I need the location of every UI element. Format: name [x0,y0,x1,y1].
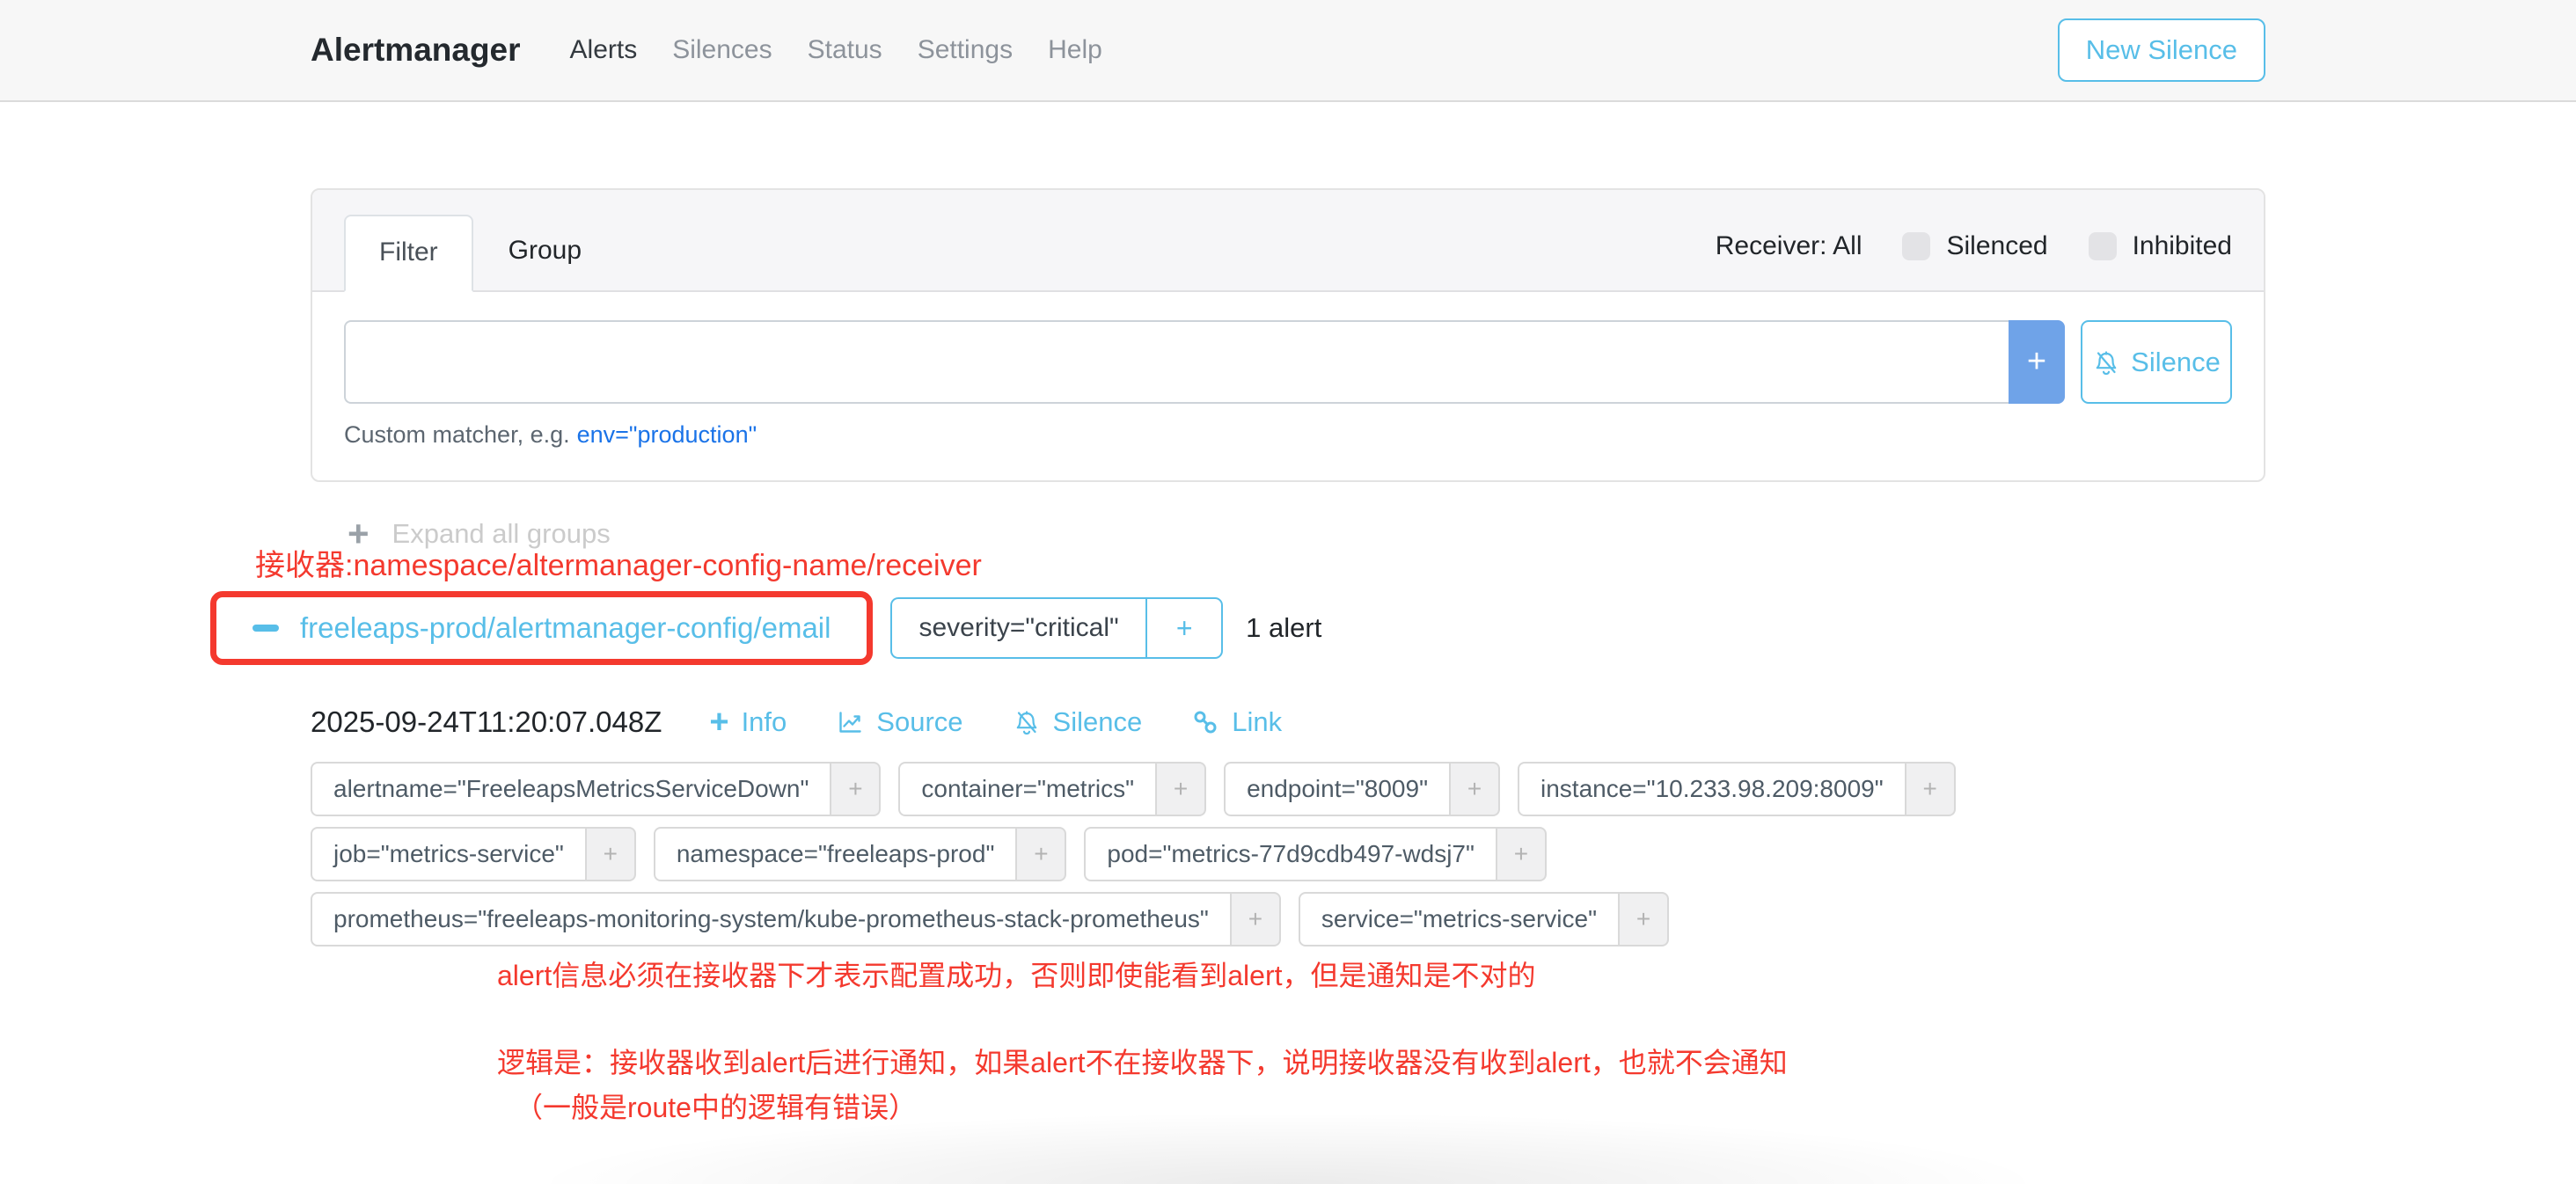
annotation-alert-note: alert信息必须在接收器下才表示配置成功，否则即使能看到alert，但是通知是… [497,957,2265,995]
label-chip: alertname="FreeleapsMetricsServiceDown" … [311,762,881,816]
add-matcher-button[interactable]: + [2009,320,2065,404]
filter-card: Filter Group Receiver: All Silenced Inhi… [311,188,2265,482]
label-chip: prometheus="freeleaps-monitoring-system/… [311,892,1281,946]
annotation-logic-note-line1: 逻辑是：接收器收到alert后进行通知，如果alert不在接收器下，说明接收器没… [497,1044,2265,1082]
annotation-highlight-box: freeleaps-prod/alertmanager-config/email [210,591,873,665]
expand-all-groups-label: Expand all groups [392,518,611,550]
alert-action-source-label: Source [876,706,962,738]
minus-icon [252,625,279,632]
label-chip-text[interactable]: prometheus="freeleaps-monitoring-system/… [311,892,1232,946]
annotation-receiver-note: 接收器:namespace/altermanager-config-name/r… [255,546,982,587]
plus-icon: + [709,705,728,739]
label-add-button[interactable]: + [1906,762,1956,816]
label-chip-text[interactable]: alertname="FreeleapsMetricsServiceDown" [311,762,831,816]
filter-card-body: + Silence Custom matcher, e.g. env="produ… [312,292,2264,480]
alert-header: 2025-09-24T11:20:07.048Z + Info Source S… [311,705,2265,739]
annotation-logic-note-line2: （一般是route中的逻辑有错误） [515,1089,2265,1127]
matcher-example-link[interactable]: env="production" [577,421,757,448]
label-chip-text[interactable]: job="metrics-service" [311,827,587,881]
receiver-group-name: freeleaps-prod/alertmanager-config/email [300,611,831,645]
label-chip: endpoint="8009" + [1224,762,1500,816]
label-chip: instance="10.233.98.209:8009" + [1518,762,1956,816]
bell-slash-icon [1013,708,1041,736]
receiver-group-row: freeleaps-prod/alertmanager-config/email… [311,591,2265,665]
filter-card-header: Filter Group Receiver: All Silenced Inhi… [312,190,2264,292]
silence-filter-label: Silence [2131,347,2221,378]
app-brand[interactable]: Alertmanager [311,32,521,69]
label-chip: job="metrics-service" + [311,827,636,881]
nav-item-silences[interactable]: Silences [672,35,772,65]
label-add-button[interactable]: + [1620,892,1669,946]
label-chip-text[interactable]: instance="10.233.98.209:8009" [1518,762,1906,816]
filter-tabs: Filter Group [344,213,617,290]
navbar: Alertmanager Alerts Silences Status Sett… [0,0,2576,102]
alert-labels: alertname="FreeleapsMetricsServiceDown" … [311,762,1982,946]
label-chip-text[interactable]: container="metrics" [898,762,1157,816]
nav-item-settings[interactable]: Settings [918,35,1013,65]
label-add-button[interactable]: + [1451,762,1500,816]
label-chip: container="metrics" + [898,762,1206,816]
nav-item-help[interactable]: Help [1048,35,1102,65]
label-chip-text[interactable]: namespace="freeleaps-prod" [654,827,1018,881]
alert-action-link[interactable]: Link [1191,706,1282,738]
label-chip-text[interactable]: pod="metrics-77d9cdb497-wdsj7" [1084,827,1497,881]
filter-header-controls: Receiver: All Silenced Inhibited [1716,231,2232,272]
label-chip: service="metrics-service" + [1299,892,1669,946]
matcher-input[interactable] [344,320,2009,404]
alert-count: 1 alert [1246,612,1321,644]
alert-action-link-label: Link [1232,706,1282,738]
label-add-button[interactable]: + [1017,827,1066,881]
bell-slash-icon [2092,348,2120,376]
main-nav: Alerts Silences Status Settings Help [570,35,1102,65]
label-chip-text[interactable]: endpoint="8009" [1224,762,1451,816]
group-matcher-add-button[interactable]: + [1147,599,1221,657]
group-matcher-label[interactable]: severity="critical" [892,599,1145,657]
receiver-dropdown[interactable]: Receiver: All [1716,231,1862,261]
receiver-group-toggle[interactable]: freeleaps-prod/alertmanager-config/email [219,600,864,656]
silenced-checkbox[interactable] [1902,232,1930,260]
alert-timestamp: 2025-09-24T11:20:07.048Z [311,705,662,739]
label-chip: namespace="freeleaps-prod" + [654,827,1067,881]
alerts-page: Filter Group Receiver: All Silenced Inhi… [311,102,2265,1128]
label-add-button[interactable]: + [1157,762,1206,816]
matcher-hint: Custom matcher, e.g. env="production" [344,421,2232,449]
nav-item-status[interactable]: Status [808,35,882,65]
alert-action-silence[interactable]: Silence [1013,706,1143,738]
alert-action-info-label: Info [742,706,787,738]
alert-action-silence-label: Silence [1053,706,1143,738]
silence-filter-button[interactable]: Silence [2081,320,2232,404]
label-add-button[interactable]: + [587,827,636,881]
label-chip: pod="metrics-77d9cdb497-wdsj7" + [1084,827,1547,881]
alert-action-info[interactable]: + Info [709,705,787,739]
label-add-button[interactable]: + [1232,892,1281,946]
new-silence-button[interactable]: New Silence [2058,18,2265,82]
tab-group[interactable]: Group [473,213,617,290]
matcher-hint-text: Custom matcher, e.g. [344,421,570,448]
silenced-checkbox-label[interactable]: Silenced [1946,231,2047,261]
label-add-button[interactable]: + [1497,827,1547,881]
group-matcher-chip: severity="critical" + [890,597,1223,659]
label-chip-text[interactable]: service="metrics-service" [1299,892,1620,946]
inhibited-checkbox[interactable] [2089,232,2117,260]
nav-item-alerts[interactable]: Alerts [570,35,638,65]
chart-line-icon [836,708,864,736]
tab-filter[interactable]: Filter [344,215,473,292]
label-add-button[interactable]: + [831,762,881,816]
alert-action-source[interactable]: Source [836,706,962,738]
inhibited-checkbox-label[interactable]: Inhibited [2133,231,2232,261]
link-icon [1191,708,1219,736]
